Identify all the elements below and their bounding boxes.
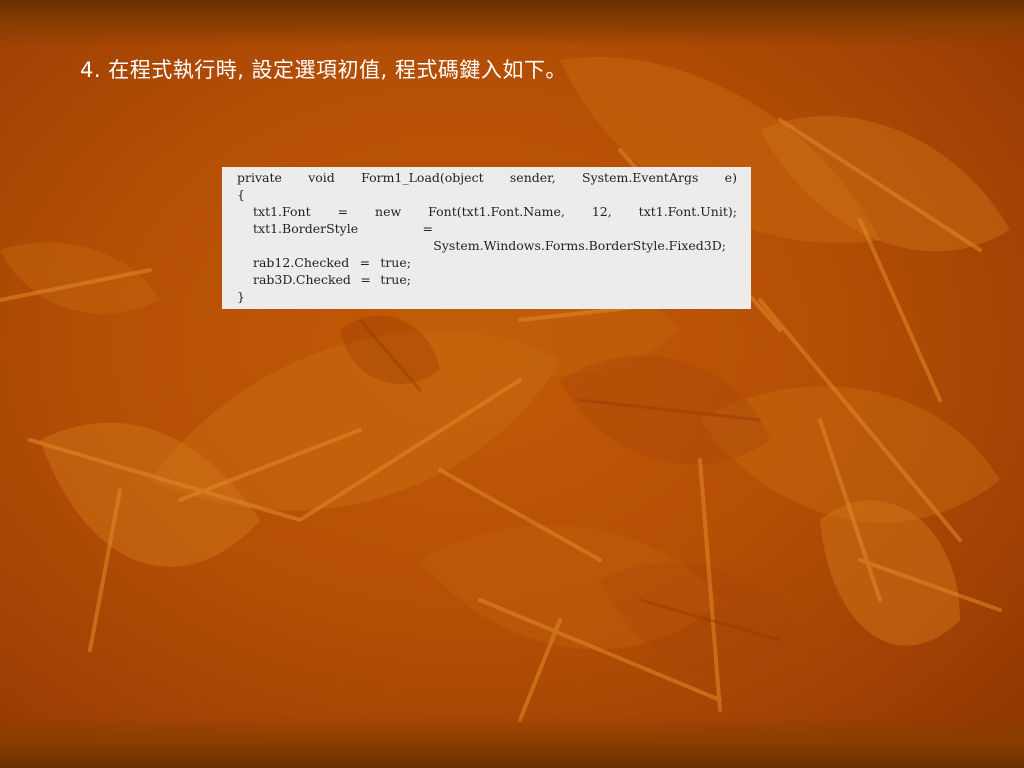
code-token: txt1.Font: [253, 204, 311, 219]
code-token: 12,: [591, 204, 612, 219]
leaf-shape: [0, 242, 160, 314]
code-token: Form1_Load(object: [361, 170, 484, 185]
top-shadow-band: [0, 0, 1024, 46]
code-token: System.EventArgs: [582, 170, 699, 185]
code-line-2: {: [237, 186, 737, 203]
code-token: {: [237, 187, 245, 202]
code-token: new: [375, 204, 402, 219]
code-token: }: [237, 289, 245, 304]
slide-title: 4. 在程式執行時, 設定選項初值, 程式碼鍵入如下。: [80, 58, 567, 82]
slide: 4. 在程式執行時, 設定選項初值, 程式碼鍵入如下。 private void…: [0, 0, 1024, 768]
autumn-leaves-background: [0, 56, 1010, 722]
code-token: =: [337, 204, 349, 219]
code-line-3: txt1.Font = new Font(txt1.Font.Name, 12,…: [237, 203, 737, 220]
leaf-shape: [820, 500, 960, 646]
code-line-8: }: [237, 288, 737, 305]
code-token: private: [237, 170, 282, 185]
code-token: =: [422, 221, 433, 236]
code-token: sender,: [509, 170, 556, 185]
code-line-6: rab12.Checked = true;: [237, 254, 411, 271]
code-snippet-box: private void Form1_Load(object sender, S…: [222, 167, 751, 309]
code-line-5: System.Windows.Forms.BorderStyle.Fixed3D…: [237, 237, 737, 254]
code-token: true;: [380, 272, 411, 287]
code-token: void: [308, 170, 335, 185]
code-token: txt1.Font.Unit);: [638, 204, 737, 219]
code-line-4: txt1.BorderStyle =: [237, 220, 433, 237]
code-token: =: [360, 272, 371, 287]
code-token: e): [724, 170, 737, 185]
code-token: =: [359, 255, 371, 270]
code-token: System.Windows.Forms.BorderStyle.Fixed3D…: [433, 238, 726, 253]
code-token: true;: [380, 255, 411, 270]
bottom-shadow-band: [0, 716, 1024, 768]
code-line-1: private void Form1_Load(object sender, S…: [237, 169, 737, 186]
code-token: Font(txt1.Font.Name,: [428, 204, 565, 219]
code-line-7: rab3D.Checked = true;: [237, 271, 411, 288]
code-token: rab12.Checked: [253, 255, 350, 270]
code-token: rab3D.Checked: [253, 272, 351, 287]
code-token: txt1.BorderStyle: [253, 221, 359, 236]
